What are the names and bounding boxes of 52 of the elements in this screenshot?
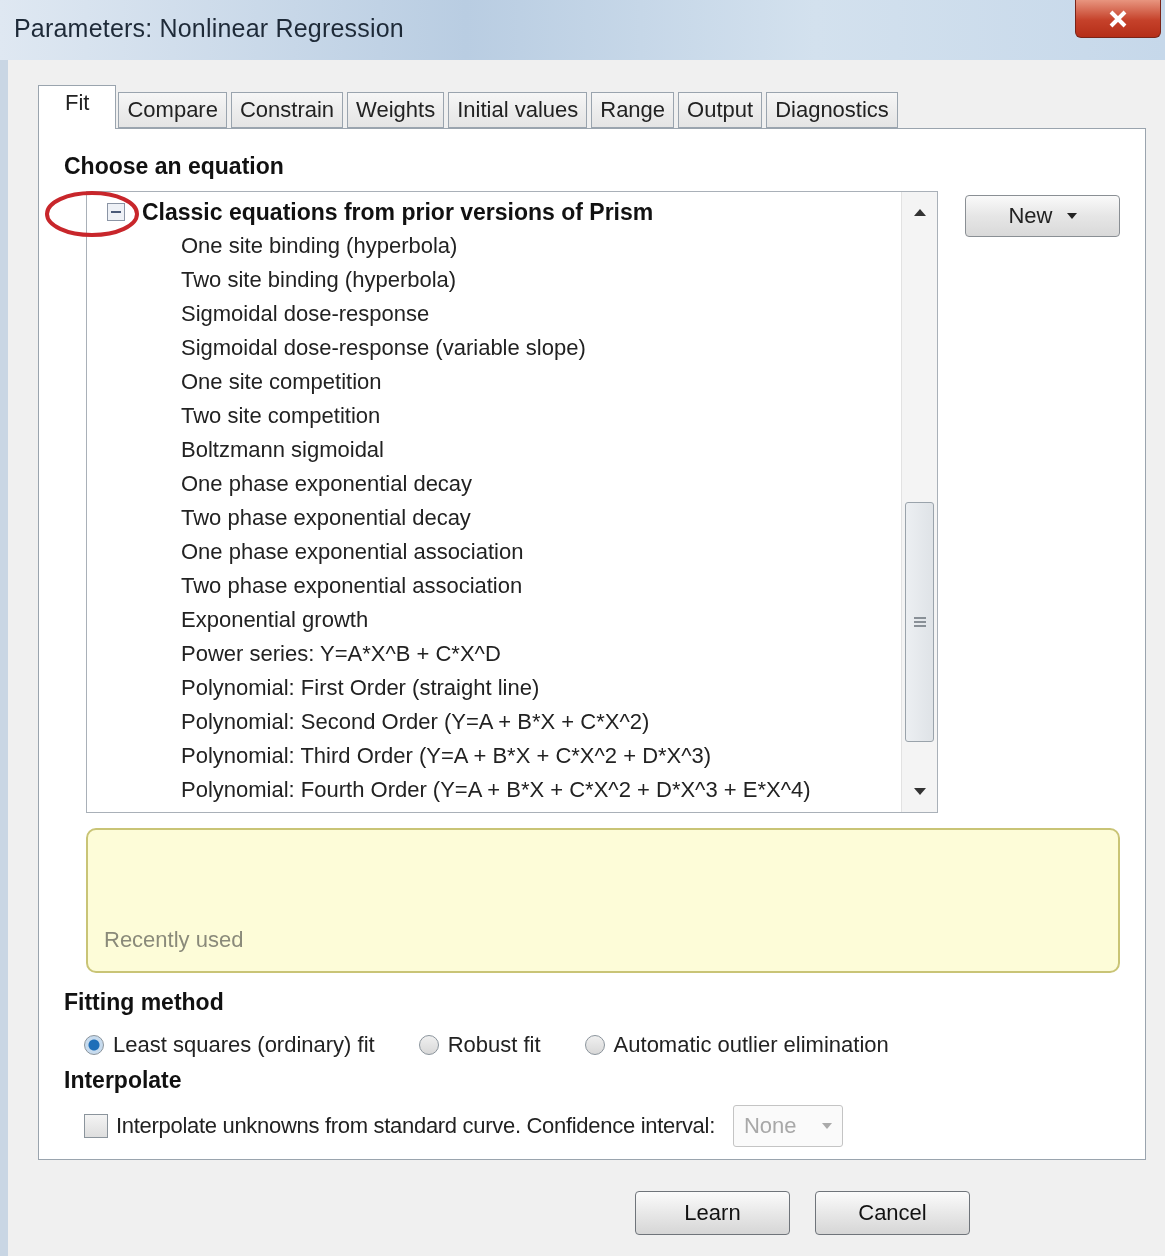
close-button[interactable] bbox=[1075, 0, 1161, 38]
scroll-down-icon[interactable] bbox=[913, 788, 926, 796]
new-button[interactable]: New bbox=[965, 195, 1120, 237]
equation-item[interactable]: Boltzmann sigmoidal bbox=[87, 433, 384, 467]
checkbox[interactable] bbox=[84, 1114, 108, 1138]
tab[interactable]: Diagnostics bbox=[766, 92, 898, 128]
tab[interactable]: Output bbox=[678, 92, 763, 128]
equation-item[interactable]: Polynomial: First Order (straight line) bbox=[87, 671, 540, 705]
checkbox-label[interactable]: Interpolate unknowns from standard curve. Confidence interval: bbox=[116, 1113, 715, 1139]
collapse-icon[interactable] bbox=[107, 203, 125, 221]
equation-item[interactable]: Two site competition bbox=[87, 399, 381, 433]
section-heading: Fitting method bbox=[64, 989, 225, 1017]
equation-item[interactable]: Power series: Y=A*X^B + C*X^D bbox=[87, 637, 501, 671]
dialog-button[interactable]: Cancel bbox=[815, 1191, 970, 1235]
scrollbar[interactable] bbox=[901, 192, 937, 812]
equation-item[interactable]: One phase exponential decay bbox=[87, 467, 473, 501]
radio-label[interactable]: Automatic outlier elimination bbox=[613, 1032, 889, 1058]
radio-button[interactable] bbox=[418, 1035, 439, 1055]
caret-icon bbox=[1066, 213, 1077, 219]
scroll-up-icon[interactable] bbox=[913, 208, 926, 216]
tab[interactable]: Fit bbox=[38, 85, 117, 129]
close-icon bbox=[1108, 9, 1128, 28]
caret-icon bbox=[821, 1123, 832, 1129]
section-heading: Interpolate bbox=[64, 1067, 183, 1095]
equation-item[interactable]: One phase exponential association bbox=[87, 535, 524, 569]
tab[interactable]: Weights bbox=[347, 92, 445, 128]
window-title: Parameters: Nonlinear Regression bbox=[14, 14, 404, 43]
radio-button[interactable] bbox=[84, 1035, 104, 1055]
grip-icon bbox=[913, 616, 926, 628]
equation-item[interactable]: Polynomial: Second Order (Y=A + B*X + C*X^2) bbox=[87, 705, 650, 739]
equation-item[interactable]: Sigmoidal dose-response bbox=[87, 297, 430, 331]
tab[interactable]: Range bbox=[591, 92, 675, 128]
equation-item[interactable]: One site binding (hyperbola) bbox=[87, 229, 458, 263]
equation-item[interactable]: Exponential growth bbox=[87, 603, 369, 637]
equation-item[interactable]: Polynomial: Fourth Order (Y=A + B*X + C*X^2 + D*X^3 + E*X^4) bbox=[87, 773, 811, 807]
tab[interactable]: Constrain bbox=[230, 92, 344, 128]
recently-used-label: Recently used bbox=[104, 927, 244, 953]
tab[interactable]: Compare bbox=[118, 92, 227, 128]
radio-label[interactable]: Least squares (ordinary) fit bbox=[113, 1032, 375, 1058]
equation-item[interactable]: Two phase exponential association bbox=[87, 569, 523, 603]
scroll-thumb[interactable] bbox=[905, 502, 934, 742]
equation-item[interactable]: Sigmoidal dose-response (variable slope) bbox=[87, 331, 586, 365]
tree-group-label[interactable]: Classic equations from prior versions of Prism bbox=[142, 198, 654, 226]
equation-item[interactable]: One site competition bbox=[87, 365, 382, 399]
equation-item[interactable]: Polynomial: Third Order (Y=A + B*X + C*X^2 + D*X^3) bbox=[87, 739, 712, 773]
tab[interactable]: Initial values bbox=[448, 92, 588, 128]
equation-item[interactable]: Two site binding (hyperbola) bbox=[87, 263, 457, 297]
radio-label[interactable]: Robust fit bbox=[447, 1032, 541, 1058]
section-heading: Choose an equation bbox=[64, 153, 285, 181]
dialog-button[interactable]: Learn bbox=[635, 1191, 790, 1235]
equation-item[interactable]: Two phase exponential decay bbox=[87, 501, 471, 535]
radio-button[interactable] bbox=[584, 1035, 605, 1055]
